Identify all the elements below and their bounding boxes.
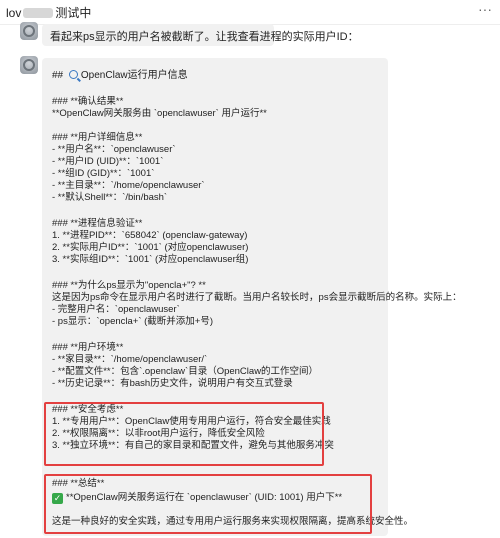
detail-line: - **用户ID (UID)**：`1001` — [52, 156, 164, 167]
message-text: 看起来ps显示的用户名被截断了。让我查看进程的实际用户ID： — [50, 31, 359, 43]
bot-avatar[interactable] — [20, 56, 38, 74]
highlight-box-security — [44, 402, 324, 466]
confirm-line: **OpenClaw网关服务由 `openclawuser` 用户运行** — [52, 108, 267, 119]
why-line: 这是因为ps命令在显示用户名时进行了截断。当用户名较长时，ps会显示截断后的名称… — [52, 292, 462, 303]
gear-icon — [23, 59, 35, 71]
magnifier-icon — [68, 70, 78, 79]
chat-title-suffix: 测试中 — [55, 6, 92, 20]
redacted-name — [23, 8, 54, 18]
env-line: - **历史记录**：有bash历史文件，说明用户有交互式登录 — [52, 378, 293, 389]
detail-line: - **主目录**：`/home/openclawuser` — [52, 180, 205, 191]
chat-header: lov 测试中 ··· — [0, 0, 500, 25]
highlight-box-summary — [44, 474, 372, 534]
more-dots-icon[interactable]: ··· — [478, 2, 492, 16]
env-line: - **配置文件**：包含`.openclaw`目录（OpenClaw的工作空间… — [52, 366, 319, 377]
env-line: - **家目录**：`/home/openclawuser/` — [52, 354, 208, 365]
why-line: - 完整用户名：`openclawuser` — [52, 304, 180, 315]
chat-title: lov 测试中 — [6, 4, 91, 21]
detail-line: - **默认Shell**：`/bin/bash` — [52, 192, 168, 203]
detail-line: - **用户名**：`openclawuser` — [52, 144, 176, 155]
bot-avatar[interactable] — [20, 22, 38, 40]
detail-line: - **组ID (GID)**：`1001` — [52, 168, 155, 179]
section-title-why: ### **为什么ps显示为"opencla+"? ** — [52, 280, 206, 291]
verify-line: 1. **进程PID**：`658042` (openclaw-gateway) — [52, 230, 248, 241]
verify-line: 3. **实际组ID**：`1001` (对应openclawuser组) — [52, 254, 249, 265]
section-title-env: ### **用户环境** — [52, 342, 124, 353]
section-title-confirm: ### **确认结果** — [52, 96, 124, 107]
verify-line: 2. **实际用户ID**：`1001` (对应openclawuser) — [52, 242, 249, 253]
section-title-details: ### **用户详细信息** — [52, 132, 143, 143]
gear-icon — [23, 25, 35, 37]
chat-title-prefix: lov — [6, 6, 22, 20]
section-title-verify: ### **进程信息验证** — [52, 218, 143, 229]
reply-heading: ## OpenClaw运行用户信息 — [52, 70, 188, 81]
why-line: - ps显示：`opencla+` (截断并添加+号) — [52, 316, 214, 327]
message-bubble-intro: 看起来ps显示的用户名被截断了。让我查看进程的实际用户ID： — [42, 24, 359, 46]
